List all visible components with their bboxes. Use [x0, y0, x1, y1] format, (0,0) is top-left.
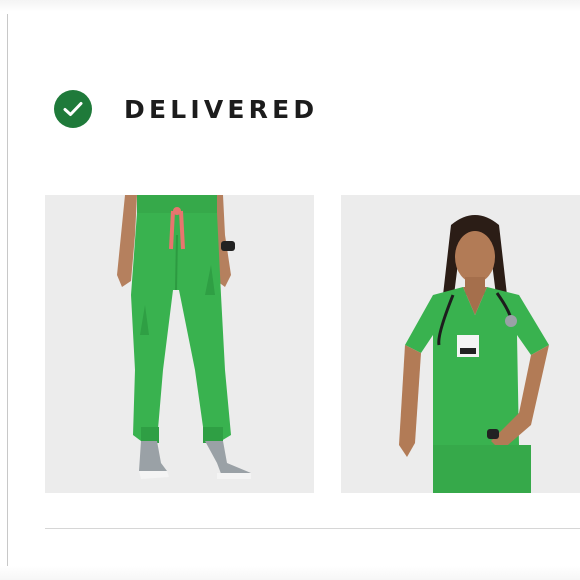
bottom-edge: [0, 566, 580, 580]
status-label: DELIVERED: [124, 94, 319, 124]
section-divider: [45, 528, 580, 529]
product-image-top[interactable]: [341, 195, 580, 493]
delivery-status: DELIVERED: [54, 90, 318, 128]
order-status-page: DELIVERED: [0, 0, 580, 580]
check-circle-icon: [54, 90, 92, 128]
top-edge: [0, 0, 580, 12]
product-image-pants[interactable]: [45, 195, 314, 493]
left-border: [7, 14, 8, 580]
